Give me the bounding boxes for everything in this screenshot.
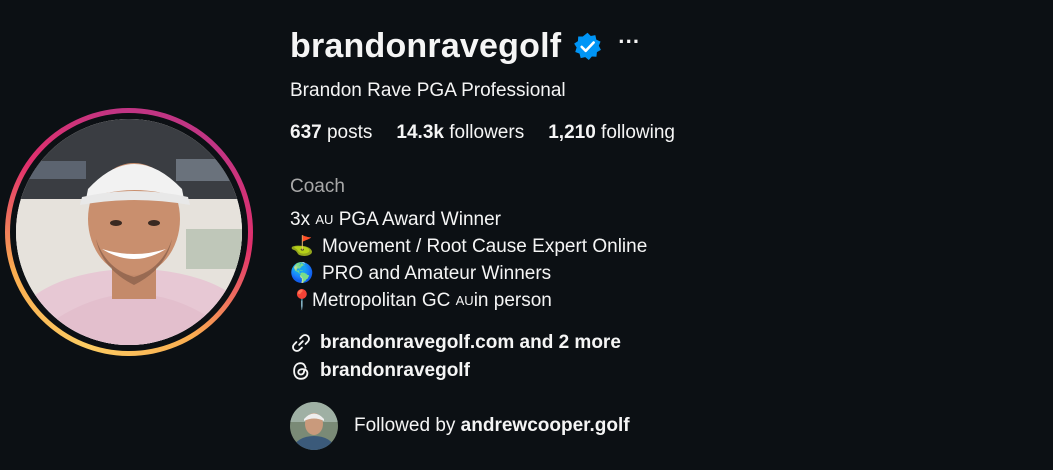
bio-line1-prefix: 3x — [290, 209, 316, 230]
profile-photo — [16, 119, 242, 345]
bio-line4-prefix: Metropolitan GC — [312, 290, 456, 311]
bio-line3-text: PRO and Amateur Winners — [322, 263, 552, 284]
profile-photo-illustration — [16, 119, 242, 345]
bio-line2-text: Movement / Root Cause Expert Online — [322, 236, 648, 257]
threads-link-text[interactable]: brandonravegolf — [320, 360, 470, 382]
posts-label: posts — [326, 122, 373, 143]
profile-category: Coach — [290, 176, 345, 197]
threads-icon — [293, 362, 309, 380]
followed-by-prefix: Followed by — [354, 415, 461, 436]
link-icon — [292, 334, 310, 352]
profile-username: brandonravegolf — [290, 26, 562, 65]
website-link-text[interactable]: brandonravegolf.com and 2 more — [320, 332, 621, 354]
profile-full-name: Brandon Rave PGA Professional — [290, 80, 566, 101]
bio-line-awards: 3x AU PGA Award Winner — [290, 206, 1030, 233]
golf-flag-icon: ⛳ — [290, 236, 314, 257]
website-link[interactable]: brandonravegolf.com and 2 more — [290, 332, 1030, 354]
profile-avatar[interactable] — [5, 108, 253, 356]
more-options-button[interactable]: ··· — [618, 31, 640, 53]
follower-avatar-illustration — [290, 402, 338, 450]
bio-line1-suffix: PGA Award Winner — [333, 209, 501, 230]
bio-line-location: 📍 Metropolitan GC AU in person — [290, 287, 1030, 314]
bio-line-winners: 🌎 PRO and Amateur Winners — [290, 260, 1030, 287]
bio-line4-suffix: in person — [473, 290, 552, 311]
followed-by-username[interactable]: andrewcooper.golf — [461, 415, 630, 437]
following-count[interactable]: 1,210 — [548, 122, 596, 143]
profile-stats: 637 posts 14.3k followers 1,210 followin… — [290, 122, 1030, 144]
threads-link[interactable]: brandonravegolf — [290, 360, 1030, 382]
bio-line1-au: AU — [315, 212, 334, 227]
posts-count: 637 — [290, 122, 322, 143]
followers-label[interactable]: followers — [449, 122, 524, 143]
avatar-story-gap — [10, 113, 248, 351]
following-label[interactable]: following — [601, 122, 675, 143]
bio-line-movement: ⛳ Movement / Root Cause Expert Online — [290, 233, 1030, 260]
bio-line4-au: AU — [455, 293, 474, 308]
followers-count[interactable]: 14.3k — [396, 122, 444, 143]
profile-bio: 3x AU PGA Award Winner ⛳ Movement / Root… — [290, 206, 1030, 314]
follower-avatar — [290, 402, 338, 450]
following-stat[interactable]: 1,210 following — [548, 122, 675, 144]
profile-header: brandonravegolf ··· Brandon Rave PGA Pro… — [290, 24, 1030, 450]
verified-badge-icon — [574, 32, 602, 60]
username-row: brandonravegolf ··· — [290, 24, 1030, 68]
posts-stat: 637 posts — [290, 122, 372, 144]
pin-icon: 📍 — [290, 290, 314, 311]
globe-icon: 🌎 — [290, 263, 314, 284]
followed-by-row[interactable]: Followed by andrewcooper.golf — [290, 402, 1030, 450]
followers-stat[interactable]: 14.3k followers — [396, 122, 524, 144]
